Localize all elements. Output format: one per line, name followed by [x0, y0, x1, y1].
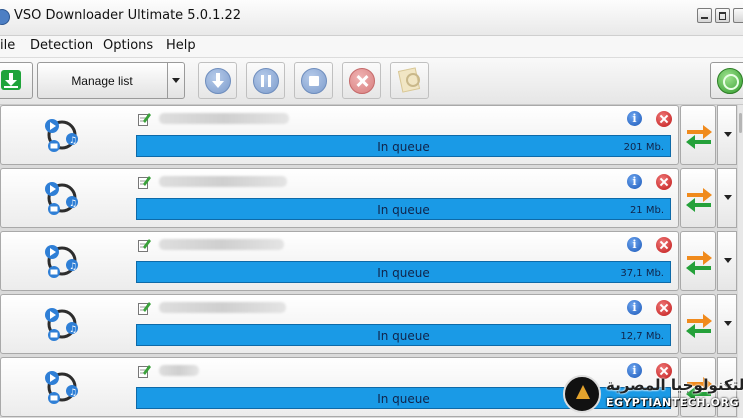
edit-name-icon[interactable] [138, 300, 151, 315]
edit-name-icon[interactable] [138, 174, 151, 189]
progress-bar: In queue 12,7 Mb. [136, 324, 671, 346]
media-icon: ♫ [43, 116, 81, 154]
download-item[interactable]: ♫ i In queue 201 Mb. [0, 105, 743, 165]
info-icon[interactable]: i [627, 237, 642, 252]
web-button[interactable] [710, 62, 743, 99]
search-button[interactable] [390, 62, 429, 99]
convert-button[interactable] [680, 105, 716, 165]
maximize-button[interactable] [715, 8, 730, 23]
manage-list-dropdown[interactable] [167, 63, 184, 98]
delete-icon[interactable] [656, 300, 672, 316]
file-name-blurred [159, 113, 289, 124]
download-card[interactable]: ♫ i In queue 21 Mb. [0, 168, 679, 228]
file-size: 12,7 Mb. [620, 331, 664, 342]
delete-icon[interactable] [656, 111, 672, 127]
window-title: VSO Downloader Ultimate 5.0.1.22 [14, 8, 242, 23]
manage-list-button[interactable]: Manage list [37, 62, 185, 99]
magnifier-icon [406, 73, 420, 87]
file-size: 21 Mb. [629, 205, 664, 216]
svg-text:♫: ♫ [69, 199, 77, 209]
media-icon: ♫ [43, 305, 81, 343]
pause-icon [253, 68, 279, 94]
file-name-blurred [159, 365, 199, 376]
status-text: In queue [377, 203, 430, 217]
info-icon[interactable]: i [627, 111, 642, 126]
watermark-latin: EGYPTIANTECH.ORG [606, 396, 739, 409]
media-icon: ♫ [43, 242, 81, 280]
info-icon[interactable]: i [627, 300, 642, 315]
file-size: 201 Mb. [623, 142, 664, 153]
status-text: In queue [377, 140, 430, 154]
watermark-arabic: التكنولوجيا المصرية [606, 376, 743, 394]
convert-button[interactable] [680, 294, 716, 354]
svg-text:♫: ♫ [69, 388, 77, 398]
edit-name-icon[interactable] [138, 237, 151, 252]
download-list: ♫ i In queue 201 Mb. ♫ i In queue 21 Mb. ♫ i In qu… [0, 105, 743, 418]
convert-button[interactable] [680, 168, 716, 228]
stop-icon [301, 68, 327, 94]
delete-icon[interactable] [656, 237, 672, 253]
download-item[interactable]: ♫ i In queue 37,1 Mb. [0, 231, 743, 291]
download-icon [1, 70, 21, 90]
item-menu-dropdown[interactable] [717, 105, 737, 165]
status-text: In queue [377, 266, 430, 280]
progress-bar: In queue 37,1 Mb. [136, 261, 671, 283]
convert-button[interactable] [680, 231, 716, 291]
svg-text:♫: ♫ [69, 262, 77, 272]
manage-list-label: Manage list [71, 74, 133, 88]
file-name-blurred [159, 239, 284, 250]
item-menu-dropdown[interactable] [717, 168, 737, 228]
download-card[interactable]: ♫ i In queue 37,1 Mb. [0, 231, 679, 291]
item-menu-dropdown[interactable] [717, 294, 737, 354]
globe-icon [717, 68, 743, 94]
file-name-blurred [159, 302, 286, 313]
item-menu-dropdown[interactable] [717, 231, 737, 291]
download-item[interactable]: ♫ i In queue 21 Mb. [0, 168, 743, 228]
scroll-thumb[interactable] [739, 113, 742, 133]
pause-button[interactable] [246, 62, 285, 99]
download-card[interactable]: ♫ i In queue 12,7 Mb. [0, 294, 679, 354]
remove-icon [349, 68, 375, 94]
download-button[interactable] [0, 62, 33, 99]
app-icon [0, 9, 10, 25]
window-controls [697, 8, 743, 23]
download-item[interactable]: ♫ i In queue 12,7 Mb. [0, 294, 743, 354]
delete-icon[interactable] [656, 174, 672, 190]
resume-button[interactable] [198, 62, 237, 99]
stop-button[interactable] [294, 62, 333, 99]
file-size: 37,1 Mb. [620, 268, 664, 279]
progress-bar: In queue 201 Mb. [136, 135, 671, 157]
edit-name-icon[interactable] [138, 111, 151, 126]
progress-bar: In queue 21 Mb. [136, 198, 671, 220]
status-text: In queue [377, 329, 430, 343]
menu-file[interactable]: ile [0, 38, 15, 53]
scrollbar[interactable] [738, 105, 743, 418]
menu-options[interactable]: Options [103, 38, 153, 53]
edit-name-icon[interactable] [138, 363, 151, 378]
file-name-blurred [159, 176, 287, 187]
media-icon: ♫ [43, 179, 81, 217]
title-bar: VSO Downloader Ultimate 5.0.1.22 [0, 0, 743, 36]
toolbar: Manage list [0, 58, 743, 105]
remove-button[interactable] [342, 62, 381, 99]
media-icon: ♫ [43, 368, 81, 406]
minimize-button[interactable] [697, 8, 712, 23]
seal-logo-icon [563, 375, 601, 413]
menu-help[interactable]: Help [166, 38, 196, 53]
svg-text:♫: ♫ [69, 325, 77, 335]
close-button[interactable] [733, 8, 743, 23]
menu-bar: ile Detection Options Help [0, 36, 743, 58]
svg-text:♫: ♫ [69, 136, 77, 146]
download-card[interactable]: ♫ i In queue 201 Mb. [0, 105, 679, 165]
menu-detection[interactable]: Detection [30, 38, 93, 53]
resume-icon [205, 68, 231, 94]
info-icon[interactable]: i [627, 174, 642, 189]
watermark: التكنولوجيا المصرية EGYPTIANTECH.ORG [561, 374, 743, 418]
